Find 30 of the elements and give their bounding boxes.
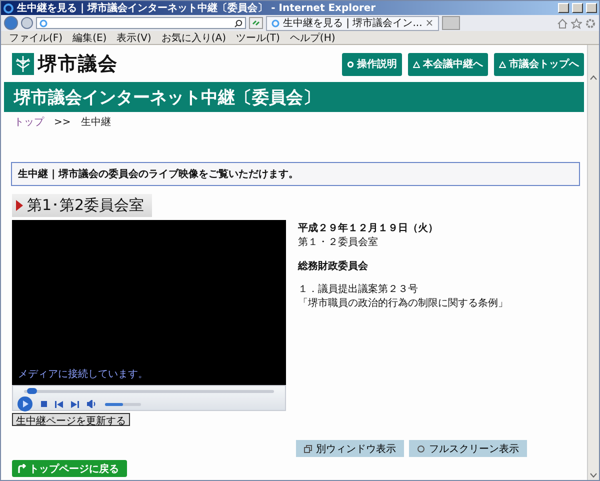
breadcrumb-link[interactable]: トップ: [14, 115, 44, 129]
player-status: メディアに接続しています。: [18, 368, 148, 381]
menu-item[interactable]: ファイル(F): [9, 30, 63, 44]
page-title: 堺市議会インターネット中継〔委員会〕: [14, 86, 320, 108]
menu-item[interactable]: お気に入り(A): [161, 30, 226, 44]
menu-item[interactable]: 表示(V): [116, 30, 152, 44]
room-title: 第1･第2委員会室: [27, 196, 144, 215]
window-title: 生中継を見る | 堺市議会インターネット中継〔委員会〕 - Internet Explorer: [17, 1, 377, 15]
back-to-top-button[interactable]: トップページに戻る: [12, 460, 127, 477]
breadcrumb-current: 生中継: [80, 116, 111, 129]
logo-text: 堺市議会: [38, 52, 118, 77]
browser-tab[interactable]: 生中継を見る | 堺市議会イン... ×: [266, 16, 439, 30]
header-button[interactable]: 操作説明: [342, 52, 402, 76]
meeting-room: 第１・２委員会室: [298, 236, 379, 249]
menu-item[interactable]: 編集(E): [72, 30, 107, 44]
menu-item[interactable]: ヘルプ(H): [290, 30, 336, 44]
view-mode-button[interactable]: 別ウィンドウ表示: [296, 440, 404, 457]
tab-title: 生中継を見る | 堺市議会イン...: [283, 16, 422, 30]
header-button[interactable]: 市議会トップへ: [494, 52, 584, 76]
tab-close-button[interactable]: ×: [425, 18, 434, 28]
refresh-page-button[interactable]: 生中継ページを更新する: [12, 413, 130, 426]
header-button[interactable]: 本会議中継へ: [408, 52, 488, 76]
committee-name: 総務財政委員会: [298, 259, 369, 273]
agenda-number: １．議員提出議案第２３号: [298, 282, 419, 296]
breadcrumb-separator: >>: [54, 116, 71, 128]
menu-item[interactable]: ツール(T): [236, 30, 280, 44]
agenda-title: 「堺市職員の政治的行為の制限に関する条例」: [298, 296, 508, 310]
view-mode-button[interactable]: フルスクリーン表示: [409, 440, 527, 457]
meeting-date: 平成２９年１２月１９日（火）: [298, 222, 439, 235]
notice-text: 生中継 | 堺市議会の委員会のライブ映像をご覧いただけます。: [18, 169, 299, 180]
